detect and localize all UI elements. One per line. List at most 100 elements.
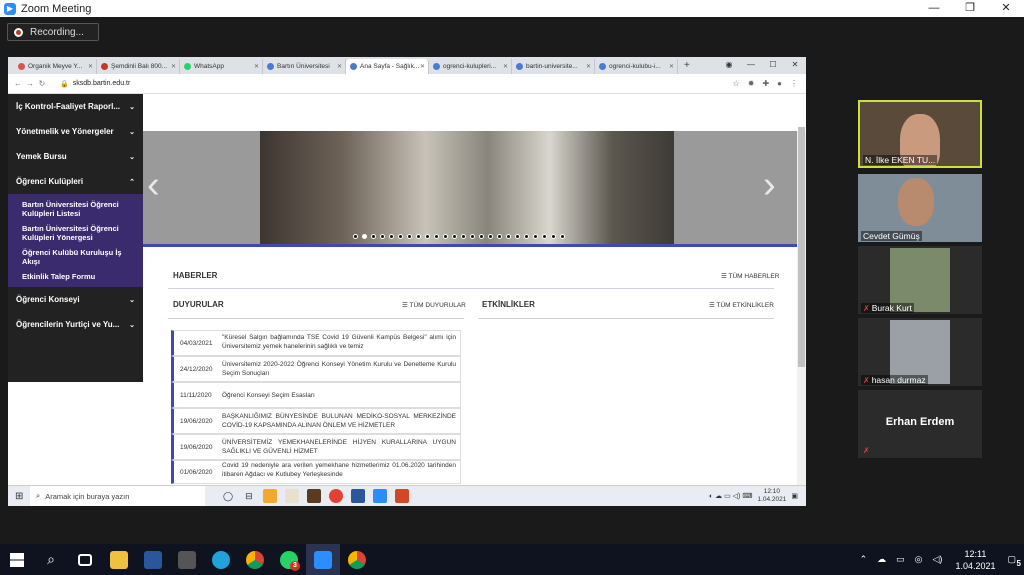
slider-dot[interactable] xyxy=(506,234,511,239)
slider-dot[interactable] xyxy=(533,234,538,239)
tray-icons[interactable]: ◐ ☁ ▭ ◁) ⌨ xyxy=(709,492,752,500)
forward-icon[interactable]: → xyxy=(24,79,36,88)
app-icon[interactable] xyxy=(284,489,299,503)
start-button[interactable] xyxy=(0,544,34,575)
close-icon[interactable]: ✕ xyxy=(337,63,342,70)
inner-search-box[interactable]: ⌕ Aramak için buraya yazın xyxy=(30,485,205,506)
participant-tile[interactable]: ✗ Burak Kurt xyxy=(858,246,982,314)
slider-dot[interactable] xyxy=(434,234,439,239)
browser-close-button[interactable]: ✕ xyxy=(784,57,806,72)
close-icon[interactable]: ✕ xyxy=(420,63,425,70)
slider-dot[interactable] xyxy=(461,234,466,239)
notification-center-icon[interactable]: ▢ 5 xyxy=(1007,554,1021,568)
avatar[interactable]: ● xyxy=(777,79,782,88)
task-view-icon[interactable]: ◯ xyxy=(223,491,233,502)
edge-button[interactable] xyxy=(204,544,238,575)
announcement-row[interactable]: 11/11/2020 Öğrenci Konseyi Seçim Esasları xyxy=(171,382,461,408)
all-news-link[interactable]: ☰ TÜM HABERLER xyxy=(721,272,779,280)
announcement-row[interactable]: 01/06/2020 Covid 19 nedeniyle ara verilen… xyxy=(171,460,461,484)
chrome-icon[interactable] xyxy=(328,489,343,503)
widgets-icon[interactable]: ⊟ xyxy=(245,491,253,502)
browser-tab[interactable]: ogrenci-kulubu-i... ✕ xyxy=(595,59,678,74)
new-tab-button[interactable]: + xyxy=(678,60,696,71)
close-icon[interactable]: ✕ xyxy=(254,63,259,70)
participant-tile[interactable]: ✗ hasan durmaz xyxy=(858,318,982,386)
sidebar-item[interactable]: İç Kontrol-Faaliyet Raporl... ⌄ xyxy=(8,94,143,119)
task-view-button[interactable] xyxy=(68,544,102,575)
slider-dot[interactable] xyxy=(443,234,448,239)
bookmark-star-icon[interactable]: ☆ xyxy=(733,79,740,88)
slider-dot[interactable] xyxy=(389,234,394,239)
all-announcements-link[interactable]: ☰ TÜM DUYURULAR xyxy=(402,301,466,309)
word-button[interactable] xyxy=(136,544,170,575)
zoom-button[interactable] xyxy=(306,544,340,575)
browser-maximize-button[interactable]: ☐ xyxy=(762,57,784,72)
cloud-icon[interactable]: ☁ xyxy=(877,554,886,565)
close-icon[interactable]: ✕ xyxy=(586,63,591,70)
chevron-left-icon[interactable]: ‹ xyxy=(147,165,160,205)
chrome-button-2[interactable] xyxy=(340,544,374,575)
participant-tile[interactable]: Cevdet Gümüş xyxy=(858,174,982,242)
submenu-item[interactable]: Etkinlik Talep Formu xyxy=(8,269,143,284)
maximize-button[interactable]: ❐ xyxy=(952,0,988,17)
chevron-up-icon[interactable]: ⌃ xyxy=(860,554,868,565)
slider-dot[interactable] xyxy=(398,234,403,239)
slider-dot[interactable] xyxy=(353,234,358,239)
slider-dot[interactable] xyxy=(560,234,565,239)
slider-dot[interactable] xyxy=(371,234,376,239)
chrome-button[interactable] xyxy=(238,544,272,575)
file-explorer-button[interactable] xyxy=(102,544,136,575)
sidebar-item[interactable]: Yönetmelik ve Yönergeler ⌄ xyxy=(8,119,143,144)
chevron-right-icon[interactable]: › xyxy=(763,165,776,205)
slider-dot[interactable] xyxy=(362,234,367,239)
volume-icon[interactable]: ◁) xyxy=(933,554,943,565)
back-icon[interactable]: ← xyxy=(12,79,24,88)
browser-tab[interactable]: ogrenci-kulupleri... ✕ xyxy=(429,59,512,74)
close-icon[interactable]: ✕ xyxy=(503,63,508,70)
slider-dot[interactable] xyxy=(551,234,556,239)
slider-dot[interactable] xyxy=(542,234,547,239)
slider-dot[interactable] xyxy=(479,234,484,239)
slider-dot[interactable] xyxy=(488,234,493,239)
submenu-item[interactable]: Öğrenci Kulübü Kuruluşu İş Akışı xyxy=(8,245,143,269)
slider-dot[interactable] xyxy=(452,234,457,239)
whatsapp-button[interactable]: 3 xyxy=(272,544,306,575)
announcement-row[interactable]: 04/03/2021 "Küresel Salgın bağlamında TSE… xyxy=(171,330,461,356)
battery-icon[interactable]: ▭ xyxy=(896,554,905,565)
announcement-row[interactable]: 19/06/2020 BAŞKANLIĞIMIZ BÜNYESİNDE BULUN… xyxy=(171,408,461,434)
slider-dot[interactable] xyxy=(470,234,475,239)
browser-tab[interactable]: bartin-universite... ✕ xyxy=(512,59,595,74)
word-icon[interactable] xyxy=(350,489,365,503)
recording-indicator[interactable]: Recording... xyxy=(7,23,99,41)
submenu-item[interactable]: Bartın Üniversitesi Öğrenci Kulüpleri Yö… xyxy=(8,221,143,245)
close-icon[interactable]: ✕ xyxy=(88,63,93,70)
close-button[interactable]: ✕ xyxy=(988,0,1024,17)
zoom-icon[interactable] xyxy=(372,489,387,503)
sidebar-item[interactable]: Öğrencilerin Yurtiçi ve Yu... ⌄ xyxy=(8,312,143,337)
browser-tab[interactable]: Şemdinli Balı 800... ✕ xyxy=(97,59,180,74)
menu-icon[interactable]: ⋮ xyxy=(790,79,798,88)
globe-icon[interactable]: ◎ xyxy=(915,554,923,565)
browser-tab[interactable]: Organik Meyve Y... ✕ xyxy=(14,59,97,74)
browser-profile-icon[interactable]: ◉ xyxy=(718,57,740,72)
taskbar-clock[interactable]: 12:11 1.04.2021 xyxy=(955,548,995,572)
slider-dot[interactable] xyxy=(515,234,520,239)
browser-minimize-button[interactable]: — xyxy=(740,57,762,72)
participant-tile-active[interactable]: N. İlke EKEN TU... xyxy=(858,100,982,168)
sidebar-item-ogrenci-kulupleri[interactable]: Öğrenci Kulüpleri ⌃ xyxy=(8,169,143,194)
minimize-button[interactable]: — xyxy=(916,0,952,17)
address-bar[interactable]: 🔒 sksdb.bartin.edu.tr xyxy=(54,77,694,91)
slider-dot[interactable] xyxy=(380,234,385,239)
app-icon[interactable] xyxy=(306,489,321,503)
close-icon[interactable]: ✕ xyxy=(171,63,176,70)
reload-icon[interactable]: ↻ xyxy=(36,79,48,88)
slider-dot[interactable] xyxy=(497,234,502,239)
sidebar-item[interactable]: Yemek Bursu ⌄ xyxy=(8,144,143,169)
sidebar-item[interactable]: Öğrenci Konseyi ⌄ xyxy=(8,287,143,312)
submenu-item[interactable]: Bartın Üniversitesi Öğrenci Kulüpleri Li… xyxy=(8,197,143,221)
browser-tab[interactable]: WhatsApp ✕ xyxy=(180,59,263,74)
all-events-link[interactable]: ☰ TÜM ETKİNLİKLER xyxy=(709,301,774,309)
slider-dot[interactable] xyxy=(416,234,421,239)
close-icon[interactable]: ✕ xyxy=(669,63,674,70)
slider-dot[interactable] xyxy=(425,234,430,239)
